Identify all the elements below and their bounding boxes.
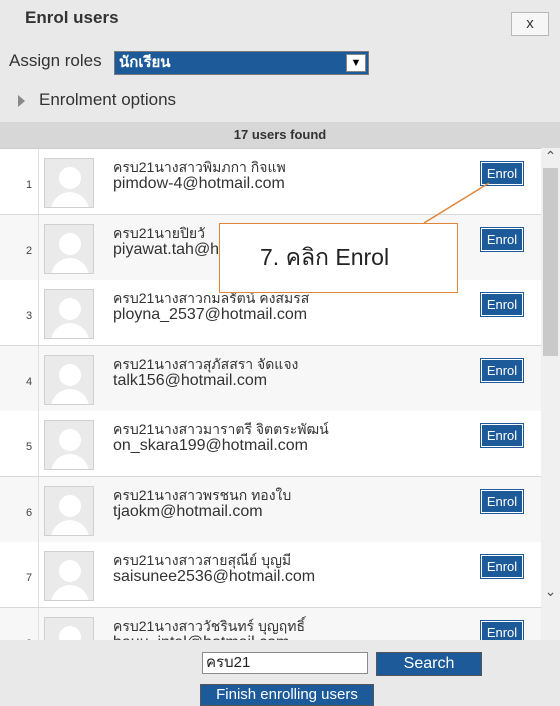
user-email: talk156@hotmail.com	[113, 371, 268, 389]
avatar	[44, 289, 94, 339]
avatar	[44, 485, 94, 536]
enrol-button[interactable]: Enrol	[480, 554, 524, 579]
row-index-label: 7	[26, 572, 33, 584]
enrol-button[interactable]: Enrol	[480, 292, 524, 317]
finish-enrolling-button[interactable]: Finish enrolling users	[200, 684, 374, 706]
row-index-label: 5	[26, 441, 33, 453]
avatar-head	[59, 625, 81, 641]
avatar-body	[51, 454, 89, 469]
avatar-body	[51, 388, 89, 404]
row-index: 1	[0, 149, 39, 214]
enrolment-options-label: Enrolment options	[39, 90, 177, 109]
role-select-value: นักเรียน	[119, 54, 171, 71]
instruction-callout: 7. คลิก Enrol	[219, 223, 458, 293]
row-index: 5	[0, 411, 39, 476]
user-row: 1 ครบ21นางสาวพิมภกา กิจแพ pimdow-4@hotmail…	[0, 149, 541, 215]
avatar-head	[59, 560, 81, 582]
row-index: 7	[0, 542, 39, 607]
enrolment-options-toggle[interactable]: Enrolment options	[18, 90, 176, 110]
avatar	[44, 354, 94, 405]
row-index: 3	[0, 280, 39, 345]
row-index-label: 4	[26, 375, 33, 388]
avatar-head	[59, 494, 81, 517]
user-row: 5 ครบ21นางสาวมาราตรี จิตตระพัฒน์ on_skara1…	[0, 411, 541, 477]
avatar-body	[51, 585, 89, 600]
row-index-label: 6	[26, 506, 33, 519]
enrol-button[interactable]: Enrol	[480, 488, 524, 514]
avatar-body	[51, 323, 89, 338]
assign-roles-section: Assign roles นักเรียน ▼ Enrolment option…	[0, 40, 560, 122]
user-email: on_skara199@hotmail.com	[113, 437, 309, 454]
dialog-titlebar: Enrol users x	[0, 0, 560, 41]
user-email: pimdow-4@hotmail.com	[113, 175, 285, 192]
avatar	[44, 420, 94, 470]
user-list: 1 ครบ21นางสาวพิมภกา กิจแพ pimdow-4@hotmail…	[0, 148, 541, 641]
row-index: 2	[0, 214, 39, 280]
search-input[interactable]: ครบ21	[202, 652, 368, 674]
user-row: 6 ครบ21นางสาวพรชนก ทองใบ tjaokm@hotmail.co…	[0, 476, 541, 543]
enrol-button[interactable]: Enrol	[480, 423, 524, 448]
user-email: saisunee2536@hotmail.com	[113, 568, 316, 585]
row-index: 4	[0, 345, 39, 411]
avatar	[44, 551, 94, 601]
search-button[interactable]: Search	[376, 652, 482, 676]
enrol-button[interactable]: Enrol	[480, 161, 524, 186]
role-select[interactable]: นักเรียน ▼	[114, 51, 369, 75]
avatar-head	[59, 363, 81, 386]
row-index-label: 1	[26, 179, 33, 191]
user-email: tjaokm@hotmail.com	[113, 502, 263, 520]
enrol-users-dialog: Enrol users x Assign roles นักเรียน ▼ En…	[0, 0, 560, 706]
user-row: 4 ครบ21นางสาวสุภัสสรา จัดแจง talk156@hotma…	[0, 345, 541, 412]
user-row: 8ครบ21นางสาววัชรินทร์ บุญฤทธิ์bauu_intal…	[0, 607, 541, 641]
scroll-up-icon[interactable]: ⌃	[541, 148, 560, 165]
expand-triangle-icon	[18, 94, 25, 107]
chevron-down-icon[interactable]: ▼	[346, 54, 366, 72]
enrol-button[interactable]: Enrol	[480, 226, 524, 252]
close-button[interactable]: x	[511, 12, 549, 36]
avatar-head	[59, 232, 81, 255]
assign-roles-label: Assign roles	[9, 51, 102, 70]
user-email: ployna_2537@hotmail.com	[113, 306, 308, 323]
enrol-button[interactable]: Enrol	[480, 357, 524, 383]
avatar-head	[59, 298, 81, 320]
avatar	[44, 616, 94, 641]
user-email: piyawat.tah@h	[113, 240, 220, 258]
users-found-count: 17 users found	[0, 122, 560, 148]
avatar	[44, 158, 94, 208]
scrollbar-thumb[interactable]	[543, 168, 558, 356]
scroll-down-icon[interactable]: ⌄	[541, 583, 560, 600]
footer-bar: ครบ21 Search Finish enrolling users	[0, 640, 560, 706]
avatar-head	[59, 167, 81, 189]
row-index-label: 2	[26, 244, 33, 257]
enrol-button[interactable]: Enrol	[480, 619, 524, 641]
row-index: 8	[0, 607, 39, 641]
dialog-title: Enrol users	[25, 8, 119, 27]
user-row: 7 ครบ21นางสาวสายสุณีย์ บุญมี saisunee2536@…	[0, 542, 541, 608]
avatar-body	[51, 519, 89, 535]
avatar-head	[59, 429, 81, 451]
scrollbar[interactable]: ⌃ ⌄	[541, 148, 560, 640]
avatar-body	[51, 192, 89, 207]
avatar-body	[51, 257, 89, 273]
row-index-label: 3	[26, 310, 33, 322]
row-index: 6	[0, 476, 39, 542]
avatar	[44, 223, 94, 274]
